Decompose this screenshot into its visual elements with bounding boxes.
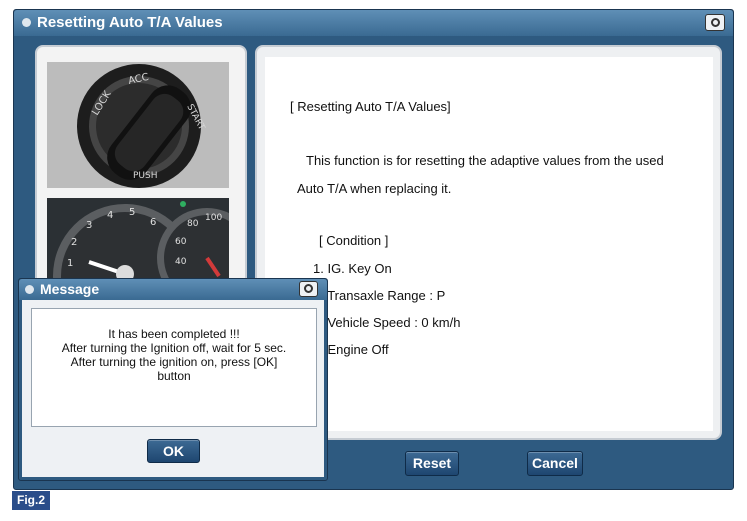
camera-icon[interactable] <box>705 14 725 31</box>
camera-lens <box>304 284 313 293</box>
gauge-5: 5 <box>129 207 135 218</box>
message-line-3: After turning the ignition on, press [OK… <box>70 355 278 369</box>
gauge-60: 60 <box>175 237 187 247</box>
cancel-button[interactable]: Cancel <box>527 451 583 476</box>
gauge-1: 1 <box>67 258 73 269</box>
gauge-40: 40 <box>175 257 187 267</box>
description-line-1: This function is for resetting the adapt… <box>306 153 664 168</box>
page: Resetting Auto T/A Values LOCK ACC START… <box>0 0 747 521</box>
message-line-1: It has been completed !!! <box>108 327 240 341</box>
gauge-80: 80 <box>187 219 199 229</box>
camera-lens <box>711 18 720 27</box>
message-line-4: button <box>157 369 191 383</box>
dot-icon <box>22 18 31 27</box>
window-title-bar: Resetting Auto T/A Values <box>14 10 733 36</box>
condition-2: 2. Transaxle Range : P <box>313 288 446 303</box>
dialog-title-bar: Message <box>19 279 327 300</box>
window-title: Resetting Auto T/A Values <box>37 14 223 31</box>
gauge-6: 6 <box>150 217 156 228</box>
ignition-key-photo: LOCK ACC START PUSH <box>47 62 229 188</box>
instructions-content: [ Resetting Auto T/A Values] This functi… <box>265 57 713 431</box>
dashboard-gauge-photo: 3 4 5 6 2 1 80 100 60 40 <box>47 198 229 278</box>
camera-icon[interactable] <box>299 281 318 297</box>
dialog-title: Message <box>40 281 100 297</box>
content-heading: [ Resetting Auto T/A Values] <box>290 99 451 114</box>
message-box: It has been completed !!! After turning … <box>31 308 317 427</box>
description-line-2: Auto T/A when replacing it. <box>297 181 452 196</box>
condition-3: 3. Vehicle Speed : 0 km/h <box>313 315 461 330</box>
condition-1: 1. IG. Key On <box>313 261 392 276</box>
gauge-4: 4 <box>107 210 113 221</box>
message-dialog: Message It has been completed !!! After … <box>18 278 328 481</box>
figure-label: Fig.2 <box>12 491 50 510</box>
ok-button[interactable]: OK <box>147 439 200 463</box>
gauge-100: 100 <box>205 213 222 223</box>
gauge-3: 3 <box>86 220 92 231</box>
condition-title: [ Condition ] <box>319 233 389 248</box>
message-line-2: After turning the Ignition off, wait for… <box>61 341 287 355</box>
reset-button[interactable]: Reset <box>405 451 459 476</box>
gauge-2: 2 <box>71 237 77 248</box>
push-label: PUSH <box>133 171 158 181</box>
dot-icon <box>25 285 34 294</box>
